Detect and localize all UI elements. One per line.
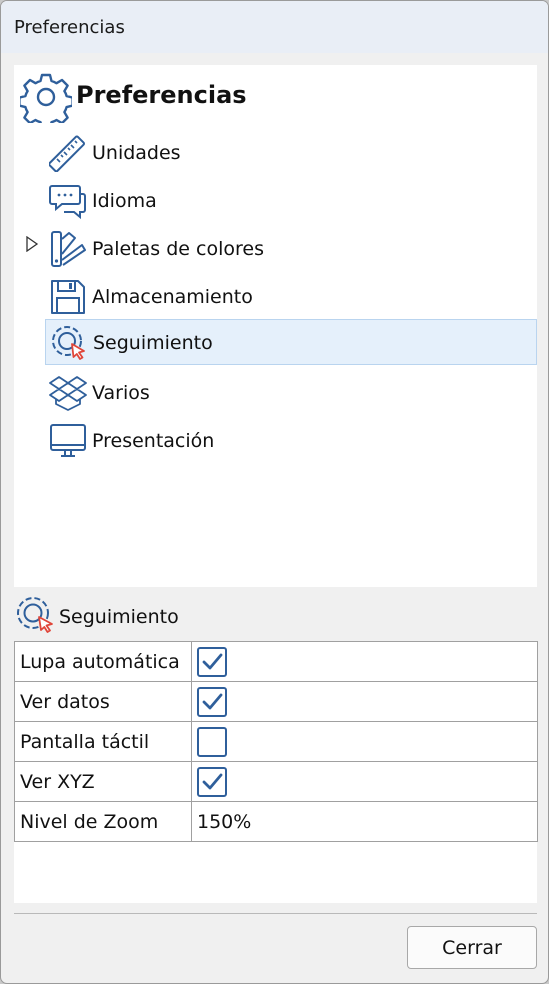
expand-triangle-icon[interactable] (25, 236, 39, 252)
tree-item-paletas-de-colores[interactable]: Paletas de colores (45, 225, 537, 271)
dropbox-box-icon (49, 376, 87, 411)
tree-item-almacenamiento[interactable]: Almacenamiento (45, 273, 537, 319)
preferences-tree: Preferencias Unidades Idioma Paletas de … (14, 65, 537, 587)
property-value (191, 681, 538, 722)
tree-item-label: Paletas de colores (92, 238, 264, 260)
close-button[interactable]: Cerrar (407, 926, 537, 969)
checkmark-icon (202, 693, 223, 709)
property-grid: Lupa automática Ver datos Pantalla tácti… (14, 641, 538, 903)
tree-item-label: Presentación (92, 430, 215, 452)
tree-item-varios[interactable]: Varios (45, 369, 537, 415)
preferences-window: Preferencias Preferencias Unidades Idiom… (0, 0, 549, 984)
property-row: Ver XYZ (14, 761, 538, 802)
property-row: Lupa automática (14, 641, 538, 682)
speech-bubbles-icon (49, 185, 86, 220)
property-row: Nivel de Zoom 150% (14, 801, 538, 842)
pantalla-tactil-checkbox[interactable] (197, 726, 227, 757)
color-swatch-icon (51, 231, 86, 267)
property-row: Ver datos (14, 681, 538, 722)
window-title: Preferencias (14, 17, 125, 38)
tree-item-idioma[interactable]: Idioma (45, 177, 537, 223)
checkmark-icon (202, 773, 223, 789)
property-name: Pantalla táctil (14, 721, 192, 762)
divider (14, 913, 537, 914)
tree-item-label: Idioma (92, 190, 157, 212)
property-row: Pantalla táctil (14, 721, 538, 762)
section-title: Seguimiento (59, 606, 179, 628)
tracking-cursor-icon (52, 326, 85, 360)
checkmark-icon (202, 653, 223, 669)
property-name: Ver XYZ (14, 761, 192, 802)
tracking-cursor-icon (17, 597, 53, 633)
lupa-automatica-checkbox[interactable] (197, 646, 227, 677)
tree-item-presentacion[interactable]: Presentación (45, 417, 537, 463)
zoom-level-field[interactable]: 150% (191, 801, 538, 842)
title-bar: Preferencias (1, 1, 548, 53)
property-value (191, 721, 538, 762)
tree-item-label: Unidades (92, 142, 181, 164)
tree-item-label: Seguimiento (93, 332, 213, 354)
property-value (191, 761, 538, 802)
ver-datos-checkbox[interactable] (197, 686, 227, 717)
property-name: Lupa automática (14, 641, 192, 682)
monitor-icon (50, 424, 86, 457)
ruler-icon (49, 135, 85, 172)
tree-item-label: Varios (92, 382, 150, 404)
tree-root-label: Preferencias (76, 81, 247, 109)
gear-icon (20, 73, 72, 123)
ver-xyz-checkbox[interactable] (197, 766, 227, 797)
floppy-disk-icon (51, 280, 85, 314)
tree-item-unidades[interactable]: Unidades (45, 129, 537, 175)
property-name: Nivel de Zoom (14, 801, 192, 842)
tree-item-seguimiento[interactable]: Seguimiento (45, 319, 537, 365)
property-name: Ver datos (14, 681, 192, 722)
property-value (191, 641, 538, 682)
tree-item-label: Almacenamiento (92, 286, 253, 308)
